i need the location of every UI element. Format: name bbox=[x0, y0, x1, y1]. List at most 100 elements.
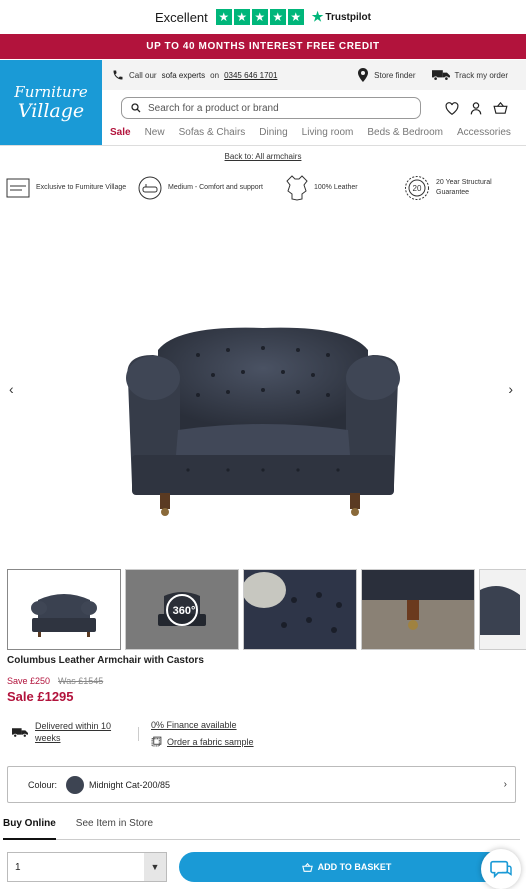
colour-swatch bbox=[66, 775, 85, 794]
furniture-village-badge-icon bbox=[6, 176, 30, 200]
star-icon: ★ bbox=[287, 9, 304, 25]
nav-item-dining[interactable]: Dining bbox=[259, 127, 287, 138]
thumbnail-4[interactable] bbox=[361, 569, 475, 650]
delivery-truck-icon bbox=[431, 69, 450, 81]
chevron-down-icon: ▼ bbox=[144, 853, 166, 881]
chat-bubble-icon bbox=[490, 859, 512, 879]
nav-item-beds-bedroom[interactable]: Beds & Bedroom bbox=[367, 127, 443, 138]
usp-exclusive-text: Exclusive to Furniture Village bbox=[36, 184, 127, 191]
leather-hide-icon bbox=[286, 175, 308, 201]
basket-icon bbox=[301, 862, 313, 872]
trustpilot-stars: ★ ★ ★ ★ ★ bbox=[215, 9, 304, 25]
delivery-truck-icon bbox=[12, 720, 28, 744]
product-title: Columbus Leather Armchair with Castors bbox=[7, 655, 204, 666]
header-divider bbox=[0, 145, 526, 146]
store-finder-label: Store finder bbox=[374, 70, 416, 80]
thumbnail-360[interactable]: 360° bbox=[125, 569, 239, 650]
thumbnail-strip: 360° bbox=[7, 569, 526, 651]
usp-exclusive: Exclusive to Furniture Village bbox=[6, 176, 138, 200]
store-finder-link[interactable]: Store finder bbox=[357, 68, 416, 82]
usp-guarantee-text: 20 Year Structural Guarantee bbox=[436, 179, 492, 196]
star-icon: ★ bbox=[233, 9, 250, 25]
trustpilot-brand: Trustpilot bbox=[325, 11, 371, 23]
fabric-swatch-icon bbox=[151, 736, 162, 747]
main-nav: Sale New Sofas & Chairs Dining Living ro… bbox=[102, 122, 526, 142]
usp-leather-text: 100% Leather bbox=[314, 184, 358, 191]
purchase-tabs: Buy Online See Item in Store bbox=[3, 816, 520, 840]
thumbnail-1[interactable] bbox=[7, 569, 121, 650]
nav-item-accessories[interactable]: Accessories bbox=[457, 127, 511, 138]
search-icon bbox=[131, 103, 141, 113]
usp-comfort: Medium - Comfort and support bbox=[138, 176, 286, 200]
product-hero-gallery[interactable]: ‹ › bbox=[0, 205, 526, 565]
search-input[interactable]: Search for a product or brand bbox=[121, 97, 421, 119]
trustpilot-logo: ★ Trustpilot bbox=[312, 9, 371, 25]
price-savings: Save £250 Was £1545 bbox=[7, 676, 103, 686]
track-order-label: Track my order bbox=[454, 70, 509, 80]
delivery-text: Delivered within 10 weeks bbox=[35, 721, 112, 743]
side-view-image bbox=[480, 570, 526, 649]
live-chat-button[interactable] bbox=[481, 849, 521, 889]
nav-item-sale[interactable]: Sale bbox=[110, 127, 131, 138]
basket-icon[interactable] bbox=[493, 102, 508, 114]
chevron-right-icon: › bbox=[503, 779, 507, 790]
account-user-icon[interactable] bbox=[470, 101, 482, 115]
nav-item-living-room[interactable]: Living room bbox=[302, 127, 354, 138]
fabric-sample-text: Order a fabric sample bbox=[167, 736, 254, 747]
search-row: Search for a product or brand bbox=[102, 96, 526, 120]
thumbnail-3[interactable] bbox=[243, 569, 357, 650]
wishlist-heart-icon[interactable] bbox=[445, 101, 459, 115]
colour-value: Midnight Cat-200/85 bbox=[89, 779, 171, 790]
seat-cushion-icon bbox=[138, 176, 162, 200]
360-badge-text: 360° bbox=[173, 605, 196, 617]
info-divider bbox=[138, 727, 139, 741]
colour-label: Colour: bbox=[28, 779, 58, 790]
360-view-icon: 360° bbox=[158, 592, 206, 626]
track-order-link[interactable]: Track my order bbox=[431, 69, 509, 81]
usp-comfort-text: Medium - Comfort and support bbox=[168, 184, 263, 191]
site-logo[interactable]: Furniture Village bbox=[0, 60, 102, 146]
phone-icon bbox=[112, 69, 124, 81]
trustpilot-bar[interactable]: Excellent ★ ★ ★ ★ ★ ★ Trustpilot bbox=[0, 0, 526, 34]
search-placeholder: Search for a product or brand bbox=[148, 102, 279, 114]
phone-link[interactable]: 0345 646 1701 bbox=[224, 71, 277, 80]
gallery-prev-arrow-icon[interactable]: ‹ bbox=[9, 381, 14, 397]
tab-see-in-store[interactable]: See Item in Store bbox=[76, 816, 153, 839]
call-experts: Call our sofa experts on 0345 646 1701 bbox=[112, 69, 277, 81]
save-amount: Save £250 bbox=[7, 676, 51, 686]
header-icons bbox=[445, 101, 508, 115]
call-on: on bbox=[210, 70, 220, 80]
was-price: Was £1545 bbox=[58, 676, 104, 686]
add-to-basket-button[interactable]: ADD TO BASKET bbox=[179, 852, 514, 882]
thumbnail-5[interactable] bbox=[479, 569, 526, 650]
call-bold: sofa experts bbox=[161, 70, 206, 80]
usp-strip: Exclusive to Furniture Village Medium - … bbox=[6, 172, 520, 204]
armchair-product-image bbox=[126, 327, 400, 516]
gallery-next-arrow-icon[interactable]: › bbox=[508, 381, 513, 397]
delivery-info[interactable]: Delivered within 10 weeks bbox=[12, 720, 127, 744]
star-icon: ★ bbox=[215, 9, 232, 25]
quantity-select[interactable]: 1 ▼ bbox=[7, 852, 167, 882]
nav-item-sofas-chairs[interactable]: Sofas & Chairs bbox=[179, 127, 246, 138]
back-link[interactable]: Back to: All armchairs bbox=[0, 152, 526, 161]
star-icon: ★ bbox=[251, 9, 268, 25]
star-icon: ★ bbox=[269, 9, 286, 25]
quantity-value: 1 bbox=[15, 861, 21, 873]
armchair-thumb-image bbox=[8, 570, 120, 649]
call-prefix: Call our bbox=[129, 70, 157, 80]
trustpilot-star-icon: ★ bbox=[311, 9, 324, 24]
trustpilot-rating-text: Excellent bbox=[155, 9, 208, 25]
20-year-badge-icon: 20 bbox=[404, 175, 430, 201]
finance-link[interactable]: 0% Finance available bbox=[151, 720, 237, 730]
usp-guarantee: 20 20 Year Structural Guarantee bbox=[404, 175, 520, 201]
svg-text:20: 20 bbox=[413, 184, 422, 193]
logo-line-1: Furniture bbox=[14, 83, 88, 101]
promo-banner[interactable]: UP TO 40 MONTHS INTEREST FREE CREDIT bbox=[0, 34, 526, 59]
usp-leather: 100% Leather bbox=[286, 175, 404, 201]
colour-selector[interactable]: Colour: Midnight Cat-200/85 › bbox=[7, 766, 516, 803]
tab-buy-online[interactable]: Buy Online bbox=[3, 816, 56, 840]
nav-item-new[interactable]: New bbox=[145, 127, 165, 138]
fabric-sample-link[interactable]: Order a fabric sample bbox=[151, 736, 254, 747]
logo-line-2: Village bbox=[17, 100, 85, 122]
caster-detail-image bbox=[362, 570, 474, 649]
